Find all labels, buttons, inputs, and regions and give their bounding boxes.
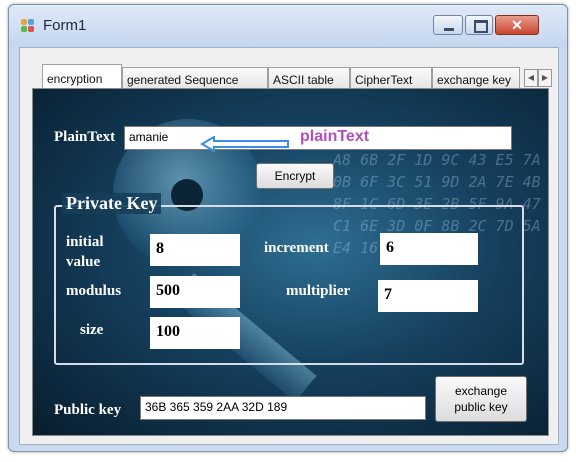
private-key-legend: Private Key <box>62 193 162 214</box>
size-label: size <box>80 322 104 338</box>
minimize-icon <box>444 28 454 31</box>
tab-scroll-right-icon[interactable]: ▶ <box>538 69 552 87</box>
initial-value-input[interactable]: 8 <box>150 234 240 266</box>
exchange-public-key-button[interactable]: exchange public key <box>435 376 527 422</box>
increment-input[interactable]: 6 <box>380 233 478 265</box>
minimize-button[interactable] <box>433 15 463 35</box>
close-icon: ✕ <box>511 17 523 33</box>
plaintext-label: PlainText <box>54 129 116 145</box>
maximize-icon <box>474 20 488 33</box>
multiplier-input[interactable]: 7 <box>378 280 478 312</box>
initial-value-label: initial value <box>66 234 104 270</box>
maximize-button[interactable] <box>465 15 493 35</box>
multiplier-label: multiplier <box>286 283 351 299</box>
tab-scroll-left-icon[interactable]: ◀ <box>524 69 538 87</box>
public-key-input[interactable]: 36B 365 359 2AA 32D 189 <box>140 396 426 420</box>
modulus-input[interactable]: 500 <box>150 276 240 308</box>
app-icon <box>21 19 37 33</box>
title-bar[interactable]: Form1 ✕ <box>9 5 567 47</box>
plaintext-annotation: plainText <box>300 128 370 145</box>
encrypt-button[interactable]: Encrypt <box>256 163 334 189</box>
arrow-left-icon <box>200 136 289 152</box>
increment-label: increment <box>264 240 329 256</box>
modulus-label: modulus <box>66 283 122 299</box>
size-input[interactable]: 100 <box>150 317 240 349</box>
close-button[interactable]: ✕ <box>495 15 539 35</box>
window-title: Form1 <box>43 17 87 34</box>
public-key-label: Public key <box>54 402 122 418</box>
